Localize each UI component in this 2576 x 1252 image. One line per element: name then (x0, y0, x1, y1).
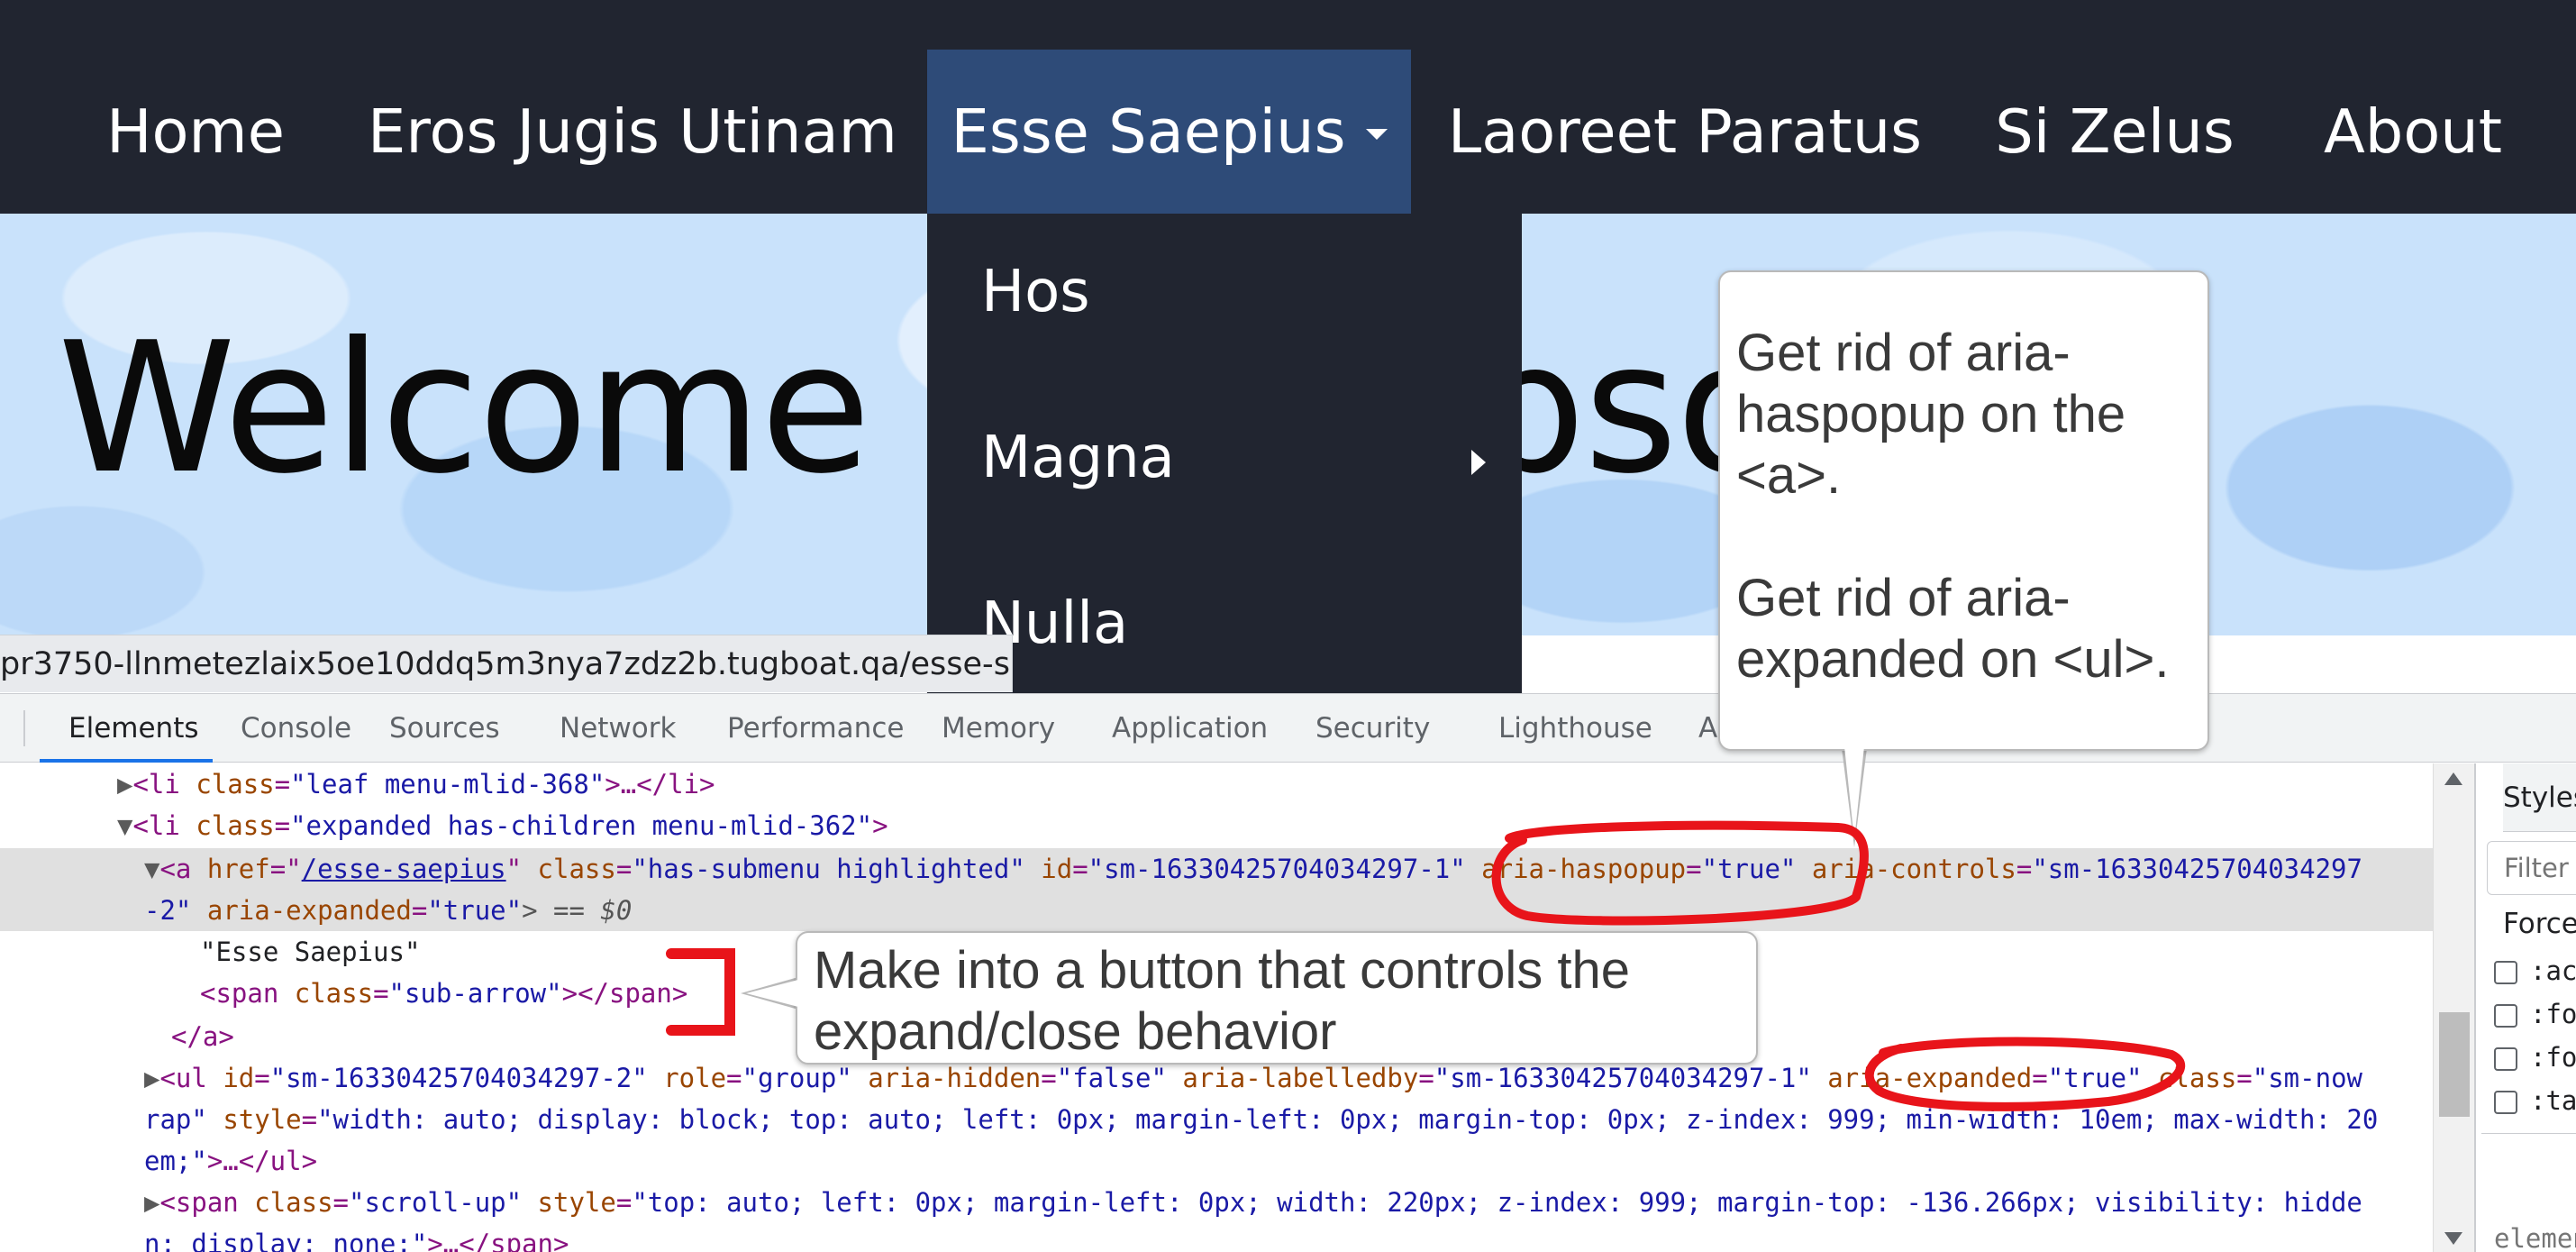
dom-node-a-selected[interactable]: ▼<a href="/esse-saepius" class="has-subm… (144, 848, 2362, 890)
chevron-right-icon (1471, 450, 1486, 475)
dom-node-li-leaf[interactable]: ▶<li class="leaf menu-mlid-368">…</li> (117, 763, 715, 805)
force-state-checkbox[interactable]: :fo (2494, 1042, 2576, 1073)
nav-item-home[interactable]: Home (83, 50, 308, 214)
dom-node-span-scrollup-continuation: n; display: none;">…</span> (144, 1229, 569, 1252)
dom-node-span-subarrow[interactable]: <span class="sub-arrow"></span> (200, 973, 687, 1014)
link-status-url: pr3750-llnmetezlaix5oe10ddq5m3nya7zdz2b.… (0, 635, 1013, 692)
submenu-item-magna[interactable]: Magna (981, 425, 1175, 491)
force-state-label: Force e (2503, 908, 2576, 940)
styles-filter-input[interactable]: Filter (2487, 841, 2576, 895)
tab-styles[interactable]: Styles (2503, 763, 2576, 832)
nav-item-laoreet-paratus[interactable]: Laoreet Paratus (1438, 50, 1932, 214)
expand-triangle-icon[interactable]: ▶ (144, 1187, 159, 1218)
callout-text: Make into a button that controls the exp… (814, 941, 1630, 1061)
dom-node-a-close[interactable]: </a> (171, 1016, 234, 1057)
submenu-item-hos[interactable]: Hos (981, 259, 1090, 325)
tab-elements[interactable]: Elements (68, 694, 199, 763)
callout-tail-fill (1844, 746, 1864, 840)
checkbox[interactable] (2494, 1004, 2517, 1028)
tab-performance[interactable]: Performance (727, 694, 904, 763)
tab-sources[interactable]: Sources (389, 694, 500, 763)
dom-node-li-expanded[interactable]: ▼<li class="expanded has-children menu-m… (117, 805, 888, 846)
callout-text: Get rid of aria-expanded on <ul>. (1736, 569, 2170, 689)
scrollbar-thumb[interactable] (2439, 1012, 2470, 1117)
callout-text: Get rid of aria-haspopup on the <a>. (1736, 324, 2126, 505)
checkbox[interactable] (2494, 1047, 2517, 1071)
tab-console[interactable]: Console (241, 694, 351, 763)
scroll-down-arrow-icon[interactable] (2444, 1232, 2462, 1245)
chevron-down-icon (1365, 129, 1388, 140)
checkbox[interactable] (2494, 961, 2517, 984)
tabbar-divider (23, 710, 25, 746)
force-state-checkbox[interactable]: :fo (2494, 999, 2576, 1029)
collapse-triangle-icon[interactable]: ▼ (117, 810, 132, 841)
expand-triangle-icon[interactable]: ▶ (144, 1063, 159, 1093)
active-tab-indicator (40, 759, 213, 763)
site-navbar: Home Eros Jugis Utinam Esse Saepius Laor… (0, 0, 2576, 214)
dom-node-ul-continuation-end: em;">…</ul> (144, 1146, 318, 1176)
elements-scrollbar[interactable] (2433, 763, 2474, 1252)
nav-item-label: Esse Saepius (951, 96, 1346, 167)
tab-network[interactable]: Network (560, 694, 676, 763)
tab-more[interactable]: A (1698, 694, 1717, 763)
styles-pane: Styles Filter Force e :ac :fo :fo :ta el… (2474, 763, 2576, 1252)
nav-item-esse-saepius[interactable]: Esse Saepius (927, 50, 1411, 214)
expand-triangle-icon[interactable]: ▶ (117, 769, 132, 800)
nav-item-eros-jugis-utinam[interactable]: Eros Jugis Utinam (362, 50, 903, 214)
annotation-callout-button: Make into a button that controls the exp… (796, 931, 1758, 1065)
scroll-up-arrow-icon[interactable] (2444, 772, 2462, 785)
callout-tail-fill (746, 980, 798, 1007)
force-state-checkbox[interactable]: :ac (2494, 955, 2576, 986)
submenu-dropdown: Hos Magna Nulla (927, 214, 1522, 693)
nav-item-about[interactable]: About (2305, 50, 2521, 214)
tab-memory[interactable]: Memory (942, 694, 1055, 763)
dom-node-span-scrollup[interactable]: ▶<span class="scroll-up" style="top: aut… (144, 1182, 2362, 1223)
dom-node-a-continuation: -2" aria-expanded="true"> == $0 (144, 895, 633, 926)
dom-node-ul-continuation: rap" style="width: auto; display: block;… (144, 1104, 2379, 1135)
tab-lighthouse[interactable]: Lighthouse (1498, 694, 1652, 763)
annotation-callout-aria: Get rid of aria-haspopup on the <a>. Get… (1718, 270, 2209, 751)
nav-item-si-zelus[interactable]: Si Zelus (1987, 50, 2243, 214)
tab-security[interactable]: Security (1315, 694, 1430, 763)
element-style-label: elemen (2494, 1223, 2576, 1252)
tab-application[interactable]: Application (1112, 694, 1268, 763)
force-state-checkbox[interactable]: :ta (2494, 1085, 2576, 1116)
dom-text-node[interactable]: "Esse Saepius" (200, 931, 420, 973)
href-link[interactable]: /esse-saepius (302, 854, 506, 884)
checkbox[interactable] (2494, 1091, 2517, 1114)
collapse-triangle-icon[interactable]: ▼ (144, 854, 159, 884)
